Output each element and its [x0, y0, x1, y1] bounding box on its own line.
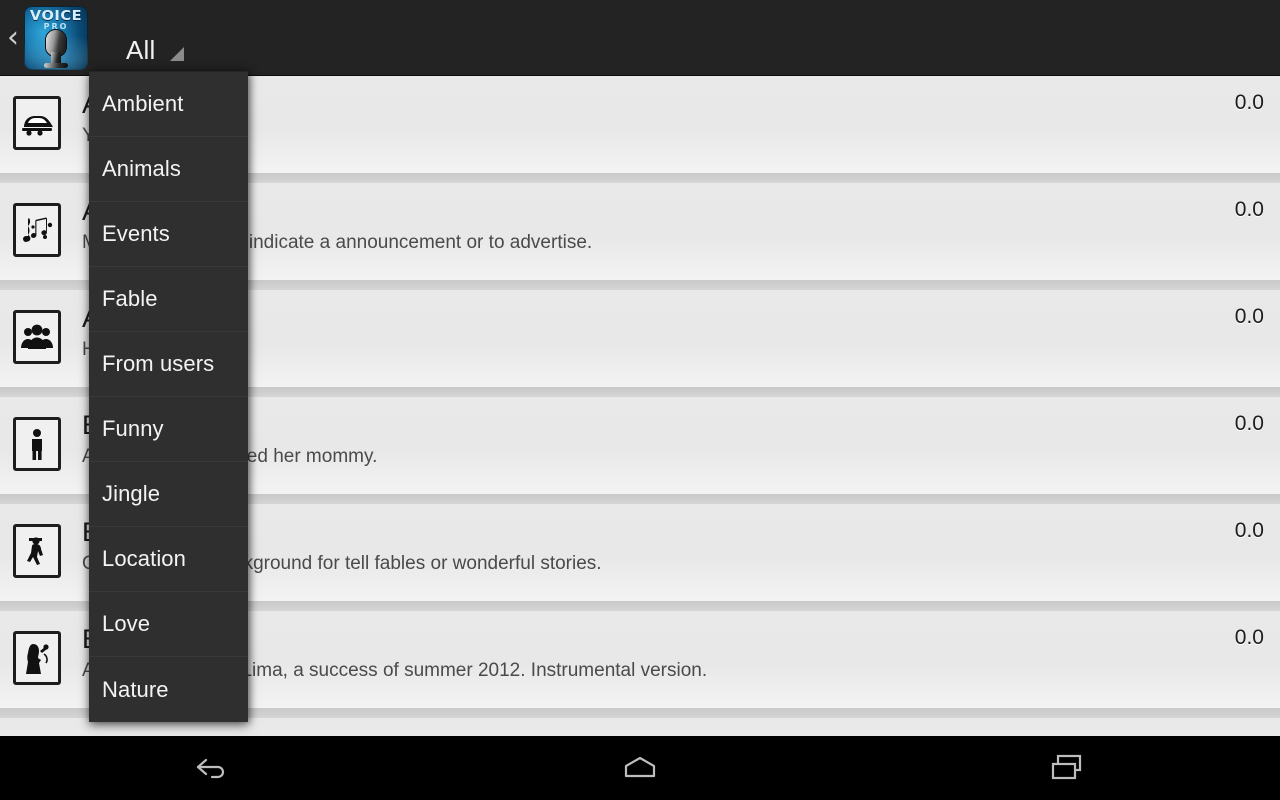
singer-icon [13, 631, 61, 685]
list-item-score: 0.0 [1234, 198, 1264, 221]
microphone-base [44, 62, 68, 68]
menu-item-animals[interactable]: Animals [89, 137, 248, 202]
menu-item-from-users[interactable]: From users [89, 332, 248, 397]
android-navigation-bar [0, 736, 1280, 800]
menu-item-love[interactable]: Love [89, 592, 248, 657]
train-icon [13, 96, 61, 150]
standing-person-icon [13, 417, 61, 471]
list-item-description: A s artist Gusttavo Lima, a success of s… [82, 660, 708, 681]
category-dropdown-menu[interactable]: Ambient Animals Events Fable From users … [89, 71, 248, 722]
menu-item-ambient[interactable]: Ambient [89, 72, 248, 137]
list-item-title: An [82, 303, 1235, 334]
back-icon[interactable] [0, 736, 427, 800]
menu-item-label: Ambient [102, 91, 184, 116]
list-item-title: Ba [82, 624, 1235, 655]
list-item-description: On weet music background for tell fables… [82, 553, 602, 574]
list-item-description: Yo ... bon voyage [82, 124, 1235, 148]
list-item-description: Mu ould be used to indicate a announceme… [82, 232, 593, 253]
menu-item-funny[interactable]: Funny [89, 397, 248, 462]
menu-item-label: Nature [102, 676, 169, 702]
menu-item-label: From users [102, 351, 215, 376]
list-item-score: 0.0 [1234, 91, 1264, 114]
list-item-title: Ai [82, 89, 1235, 120]
menu-item-fable[interactable]: Fable [89, 267, 248, 332]
list-item-title: Ba [82, 410, 1235, 441]
menu-item-label: Love [102, 611, 151, 636]
music-notes-icon [13, 203, 61, 257]
up-navigation-icon[interactable]: ‹ [2, 22, 24, 53]
category-spinner-label: All [126, 34, 156, 65]
list-item-description: A b cause she wanted her mommy. [82, 446, 378, 467]
menu-item-label: Animals [102, 156, 181, 181]
list-item-score: 0.0 [1234, 519, 1264, 542]
list-item-title: An [82, 196, 1235, 227]
group-people-icon [13, 310, 61, 364]
menu-item-label: Jingle [102, 481, 161, 506]
menu-item-location[interactable]: Location [89, 527, 248, 592]
list-item-score: 0.0 [1234, 305, 1264, 328]
category-spinner[interactable]: All [126, 9, 184, 67]
list-item-text: Ai Yo ... bon voyage [82, 89, 1235, 148]
menu-item-label: Fable [102, 286, 158, 311]
home-icon[interactable] [427, 736, 854, 800]
android-app-screen: ‹ VOICE PRO All 0.0 Mu ould be used to i… [0, 0, 1280, 800]
list-item-description: Ha [82, 338, 1235, 362]
list-item-title: Ba [82, 517, 1235, 548]
menu-item-events[interactable]: Events [89, 202, 248, 267]
walking-person-icon [13, 524, 61, 578]
menu-item-label: Funny [102, 416, 164, 441]
menu-item-label: Events [102, 221, 170, 246]
recents-icon[interactable] [853, 736, 1280, 800]
list-item-text: Ba A s artist Gusttavo Lima, a success o… [82, 624, 1235, 683]
menu-item-label: Location [102, 546, 186, 571]
dropdown-triangle-icon [169, 46, 184, 61]
action-bar: ‹ VOICE PRO All [0, 0, 1280, 76]
menu-item-jingle[interactable]: Jingle [89, 462, 248, 527]
voice-pro-app-icon[interactable]: VOICE PRO [24, 5, 88, 70]
list-item-text: An Ha [82, 303, 1235, 362]
list-item-score: 0.0 [1234, 626, 1264, 649]
list-item-text: Ba On weet music background for tell fab… [82, 517, 1235, 576]
list-item-text: An Mu ould be used to indicate a announc… [82, 196, 1235, 255]
menu-item-nature[interactable]: Nature [89, 657, 248, 722]
list-item-text: Ba A b cause she wanted her mommy. [82, 410, 1235, 469]
list-item-score: 0.0 [1234, 412, 1264, 435]
